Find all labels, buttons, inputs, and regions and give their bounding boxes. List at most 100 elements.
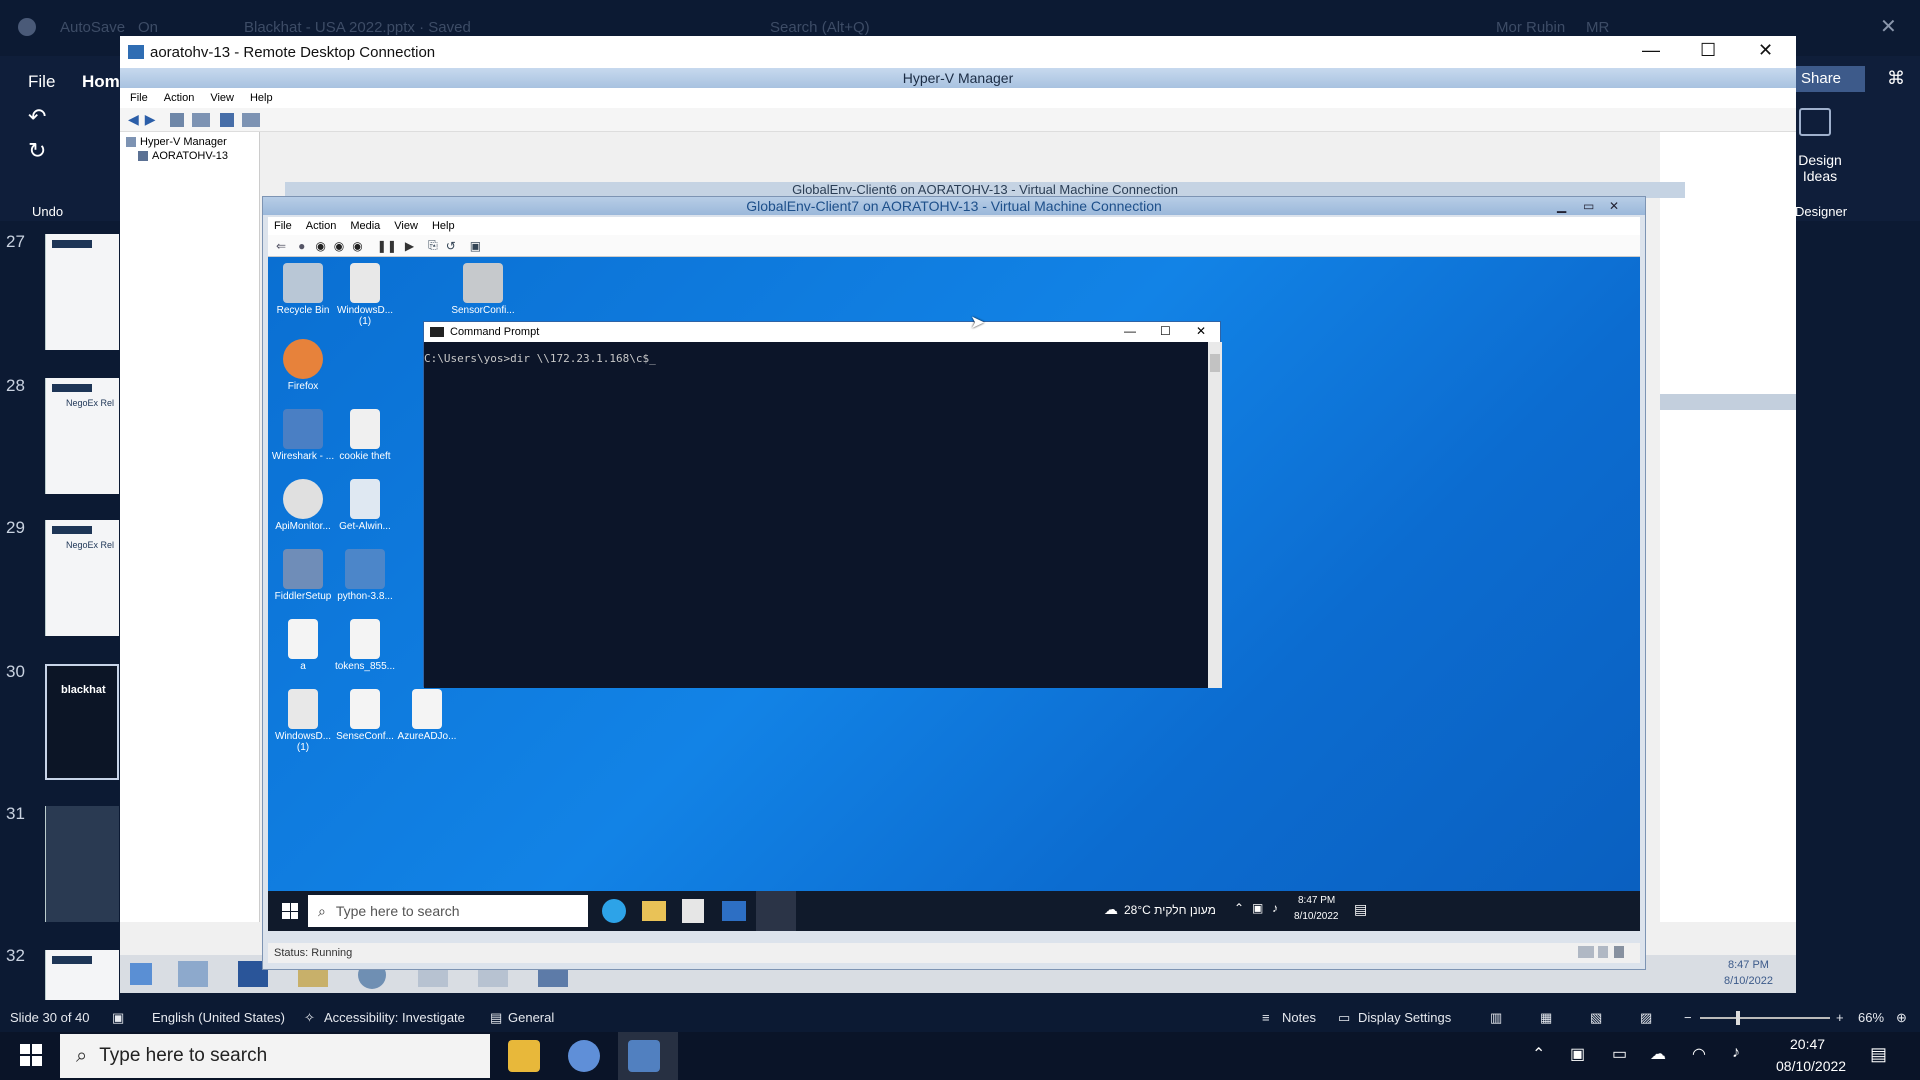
tree-item-server[interactable]: AORATOHV-13: [138, 150, 259, 162]
desktop-icon[interactable]: Get-Alwin...: [330, 479, 400, 532]
cmd-close-icon[interactable]: ✕: [1196, 324, 1206, 338]
vm-time[interactable]: 8:47 PM: [1298, 895, 1335, 906]
notifications-icon[interactable]: ▤: [1870, 1044, 1887, 1065]
vm-weather[interactable]: 28°C מעונן חלקית: [1124, 903, 1216, 917]
desktop-icon[interactable]: WindowsD... (1): [330, 263, 400, 327]
ctrl-alt-del-icon[interactable]: ⇐: [276, 239, 286, 253]
turn-off-icon[interactable]: ◉: [315, 239, 325, 253]
desktop-icon[interactable]: Firefox: [268, 339, 338, 392]
slide-thumbnail[interactable]: NegoEx Rel: [45, 520, 119, 636]
vm-date[interactable]: 8/10/2022: [1294, 911, 1339, 922]
sensitivity-icon[interactable]: ▤: [490, 1010, 502, 1026]
taskbar-date[interactable]: 08/10/2022: [1776, 1058, 1846, 1074]
tree-item-root[interactable]: Hyper-V Manager: [126, 136, 259, 148]
vm-close-icon[interactable]: ✕: [1609, 197, 1619, 215]
chrome-icon[interactable]: [568, 1040, 600, 1072]
revert-icon[interactable]: ↺: [446, 239, 456, 253]
display-settings-icon[interactable]: ▭: [1338, 1010, 1350, 1026]
desktop-icon[interactable]: SensorConfi...: [448, 263, 518, 316]
menu-action[interactable]: Action: [164, 92, 195, 104]
slide-sorter-icon[interactable]: ▦: [1540, 1010, 1552, 1026]
cmd-maximize-icon[interactable]: ☐: [1160, 324, 1171, 338]
enhanced-session-icon[interactable]: ▣: [470, 239, 481, 253]
vm-network-icon[interactable]: ▣: [1252, 901, 1263, 915]
network-icon[interactable]: ▣: [1570, 1044, 1585, 1064]
notes-button[interactable]: Notes: [1282, 1010, 1316, 1025]
weather-icon[interactable]: ☁: [1104, 901, 1118, 918]
save-icon[interactable]: ◉: [352, 239, 362, 253]
vm-volume-icon[interactable]: ♪: [1272, 901, 1278, 915]
normal-view-icon[interactable]: ▥: [1490, 1010, 1502, 1026]
desktop-icon[interactable]: cookie theft: [330, 409, 400, 462]
slide-thumbnail[interactable]: [45, 950, 119, 1000]
desktop-icon[interactable]: python-3.8...: [330, 549, 400, 602]
remote-tray-date[interactable]: 8/10/2022: [1724, 975, 1773, 987]
windows-start-icon[interactable]: [20, 1044, 42, 1066]
scroll-thumb[interactable]: [1210, 354, 1220, 372]
slide-thumbnail[interactable]: NegoEx Rel: [45, 378, 119, 494]
pause-icon[interactable]: ❚❚: [377, 239, 397, 253]
autosave-toggle[interactable]: On: [138, 19, 158, 36]
cmd-console[interactable]: C:\Users\yos>dir \\172.23.1.168\c$_: [424, 342, 1208, 688]
vm-taskbar-search[interactable]: ⌕ Type here to search: [308, 895, 588, 927]
vm-desktop[interactable]: Recycle Bin WindowsD... (1) SensorConfi.…: [268, 257, 1640, 931]
comments-icon[interactable]: ⌘: [1887, 68, 1905, 89]
menu-help[interactable]: Help: [250, 92, 273, 104]
minimize-icon[interactable]: —: [1642, 40, 1660, 61]
tab-home[interactable]: Hom: [82, 72, 120, 92]
vm-notifications-icon[interactable]: ▤: [1354, 901, 1367, 918]
taskbar-time[interactable]: 20:47: [1790, 1036, 1825, 1052]
fit-slide-icon[interactable]: ⊕: [1896, 1010, 1907, 1026]
zoom-in-icon[interactable]: +: [1836, 1010, 1844, 1025]
sensitivity-label[interactable]: General: [508, 1010, 554, 1025]
menu-file[interactable]: File: [130, 92, 148, 104]
desktop-icon[interactable]: Recycle Bin: [268, 263, 338, 316]
maximize-icon[interactable]: ☐: [1700, 40, 1716, 61]
slide-thumbnail[interactable]: [45, 806, 119, 922]
wifi-icon[interactable]: ◠: [1692, 1044, 1706, 1064]
vm-menu-help[interactable]: Help: [432, 220, 455, 232]
remote-server-manager-icon[interactable]: [178, 961, 208, 987]
notes-icon[interactable]: ≡: [1262, 1010, 1270, 1025]
display-settings-button[interactable]: Display Settings: [1358, 1010, 1451, 1025]
start-icon[interactable]: ●: [298, 239, 305, 253]
onedrive-icon[interactable]: ☁: [1650, 1044, 1666, 1064]
store-icon[interactable]: [682, 899, 704, 923]
desktop-icon[interactable]: ApiMonitor...: [268, 479, 338, 532]
slide-thumbnail-selected[interactable]: blackhat: [45, 664, 119, 780]
reset-icon[interactable]: ▶: [405, 239, 414, 253]
shutdown-icon[interactable]: ◉: [334, 239, 344, 253]
remote-start-icon[interactable]: [130, 963, 152, 985]
vm-chevron-up-icon[interactable]: ⌃: [1234, 901, 1244, 915]
edge-icon[interactable]: [602, 899, 626, 923]
share-button[interactable]: Share: [1795, 66, 1865, 92]
desktop-icon[interactable]: tokens_855...: [330, 619, 400, 672]
spellcheck-icon[interactable]: ▣: [112, 1010, 124, 1026]
reading-view-icon[interactable]: ▧: [1590, 1010, 1602, 1026]
accessibility-icon[interactable]: ✧: [304, 1010, 315, 1026]
language-indicator[interactable]: English (United States): [152, 1010, 285, 1025]
zoom-level[interactable]: 66%: [1858, 1010, 1884, 1025]
close-icon[interactable]: ✕: [1758, 40, 1773, 61]
vm-cmd-taskbar-icon[interactable]: [756, 891, 796, 931]
volume-icon[interactable]: ♪: [1732, 1044, 1740, 1062]
accessibility-indicator[interactable]: Accessibility: Investigate: [324, 1010, 465, 1025]
close-icon[interactable]: ✕: [1880, 14, 1897, 39]
undo-icon[interactable]: ↶: [28, 104, 46, 130]
search-box[interactable]: Search (Alt+Q): [770, 19, 870, 36]
chevron-up-icon[interactable]: ⌃: [1532, 1044, 1545, 1064]
back-icon[interactable]: ◀: [128, 111, 139, 128]
vm-menu-view[interactable]: View: [394, 220, 418, 232]
zoom-out-icon[interactable]: −: [1684, 1010, 1692, 1025]
battery-icon[interactable]: ▭: [1612, 1044, 1627, 1064]
vm-menu-file[interactable]: File: [274, 220, 292, 232]
design-ideas-label[interactable]: Design Ideas: [1795, 152, 1845, 184]
show-hide-tree-icon[interactable]: [191, 112, 210, 127]
mail-icon[interactable]: [722, 901, 746, 921]
vm-menu-media[interactable]: Media: [350, 220, 380, 232]
vm-maximize-icon[interactable]: ▭: [1583, 197, 1594, 215]
help-icon[interactable]: [219, 112, 234, 127]
tab-file[interactable]: File: [28, 72, 55, 92]
remote-tray-time[interactable]: 8:47 PM: [1728, 959, 1769, 971]
file-explorer-icon[interactable]: [508, 1040, 540, 1072]
